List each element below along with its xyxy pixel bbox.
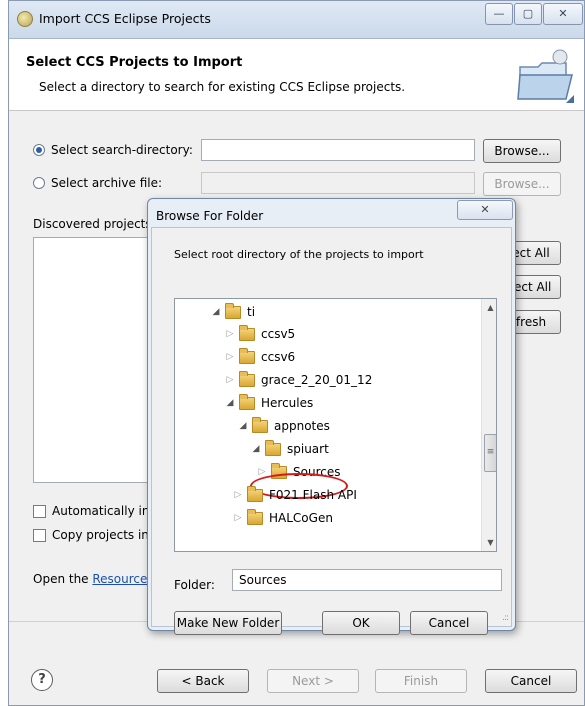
tree-item-spiuart[interactable]: ◢ spiuart <box>251 438 329 460</box>
tree-item-label: Hercules <box>261 396 314 410</box>
tree-item-ccsv6[interactable]: ▷ ccsv6 <box>225 346 295 368</box>
discovered-projects-list[interactable] <box>33 237 163 483</box>
folder-input[interactable] <box>232 569 502 591</box>
folder-icon <box>239 324 255 341</box>
minimize-button[interactable]: — <box>485 3 513 25</box>
folder-icon <box>247 508 263 525</box>
tree-item-label: ccsv5 <box>261 327 296 341</box>
dialog-close-button[interactable]: ✕ <box>457 200 513 220</box>
folder-icon <box>225 302 241 319</box>
close-button[interactable]: ✕ <box>543 3 583 25</box>
browse-for-folder-dialog: Browse For Folder ✕ Select root director… <box>147 198 516 635</box>
tree-item-label: ti <box>247 305 256 319</box>
collapsed-arrow-icon[interactable]: ▷ <box>225 375 235 385</box>
search-directory-label: Select search-directory: <box>51 143 193 157</box>
resource-line: Open the Resource <box>33 572 147 586</box>
resource-link[interactable]: Resource <box>92 572 147 586</box>
scroll-down-icon[interactable]: ▼ <box>482 534 496 551</box>
archive-file-label: Select archive file: <box>51 176 163 190</box>
archive-file-option[interactable]: Select archive file: <box>33 176 162 190</box>
search-directory-radio[interactable] <box>33 144 45 156</box>
folder-icon <box>239 347 255 364</box>
dialog-title: Browse For Folder <box>156 209 264 223</box>
search-directory-input[interactable] <box>201 139 475 161</box>
tree-item-hercules[interactable]: ◢ Hercules <box>225 392 313 414</box>
expanded-arrow-icon[interactable]: ◢ <box>238 421 248 431</box>
tree-item-appnotes[interactable]: ◢ appnotes <box>238 415 330 437</box>
scroll-up-icon[interactable]: ▲ <box>482 299 496 316</box>
page-title: Select CCS Projects to Import <box>26 55 243 70</box>
tree-item-halcogen[interactable]: ▷ HALCoGen <box>233 507 333 529</box>
next-button[interactable]: Next > <box>267 669 359 693</box>
ccs-app-icon <box>17 11 33 27</box>
browse-button[interactable]: Browse... <box>483 139 561 163</box>
help-icon[interactable]: ? <box>31 669 53 691</box>
search-directory-option[interactable]: Select search-directory: <box>33 143 193 157</box>
tree-item-label: HALCoGen <box>269 511 333 525</box>
auto-import-checkbox[interactable] <box>33 504 46 518</box>
tree-item-label: spiuart <box>287 442 329 456</box>
expanded-arrow-icon[interactable]: ◢ <box>211 307 221 317</box>
expanded-arrow-icon[interactable]: ◢ <box>251 444 261 454</box>
tree-item-ccsv5[interactable]: ▷ ccsv5 <box>225 323 295 345</box>
collapsed-arrow-icon[interactable]: ▷ <box>233 490 243 500</box>
ok-button[interactable]: OK <box>322 611 400 635</box>
back-button[interactable]: < Back <box>157 669 249 693</box>
dialog-body: Select root directory of the projects to… <box>151 227 512 635</box>
folder-icon <box>247 485 263 502</box>
folder-icon <box>239 370 255 387</box>
open-folder-banner-icon <box>517 49 574 103</box>
copy-projects-checkbox[interactable] <box>33 528 46 542</box>
collapsed-arrow-icon[interactable]: ▷ <box>225 352 235 362</box>
collapsed-arrow-icon[interactable]: ▷ <box>225 329 235 339</box>
tree-item-f021[interactable]: ▷ F021 Flash API <box>233 484 357 506</box>
archive-file-radio[interactable] <box>33 177 45 189</box>
window-title: Import CCS Eclipse Projects <box>39 11 211 26</box>
resize-grip-icon[interactable]: .:: <box>502 613 509 623</box>
title-bar[interactable]: Import CCS Eclipse Projects — ▢ ✕ <box>9 1 584 39</box>
auto-import-option[interactable]: Automatically in <box>33 504 149 518</box>
tree-item-label: grace_2_20_01_12 <box>261 373 373 387</box>
dialog-cancel-button[interactable]: Cancel <box>410 611 488 635</box>
wizard-header: Select CCS Projects to Import Select a d… <box>9 39 584 111</box>
folder-label: Folder: <box>174 578 215 592</box>
page-subtitle: Select a directory to search for existin… <box>39 80 406 94</box>
archive-file-input[interactable] <box>201 172 475 194</box>
copy-projects-label: Copy projects in <box>52 528 149 542</box>
tree-scrollbar[interactable]: ▲ ≡ ▼ <box>481 299 496 551</box>
folder-tree[interactable]: ◢ ti ▷ ccsv5 ▷ ccsv6 ▷ grace_2_20_01_12 … <box>174 298 497 552</box>
tree-item-label: F021 Flash API <box>269 488 357 502</box>
tree-item-label: appnotes <box>274 419 330 433</box>
maximize-button[interactable]: ▢ <box>514 3 542 25</box>
auto-import-label: Automatically in <box>52 504 150 518</box>
tree-item-grace[interactable]: ▷ grace_2_20_01_12 <box>225 369 372 391</box>
dialog-instruction: Select root directory of the projects to… <box>174 248 424 261</box>
folder-icon <box>252 416 268 433</box>
expanded-arrow-icon[interactable]: ◢ <box>225 398 235 408</box>
browse-archive-button[interactable]: Browse... <box>483 172 561 196</box>
tree-item-ti[interactable]: ◢ ti <box>211 301 255 323</box>
discovered-projects-label: Discovered projects <box>33 217 152 231</box>
make-new-folder-button[interactable]: Make New Folder <box>174 611 282 635</box>
finish-button[interactable]: Finish <box>375 669 467 693</box>
collapsed-arrow-icon[interactable]: ▷ <box>233 513 243 523</box>
copy-projects-option[interactable]: Copy projects in <box>33 528 149 542</box>
resource-line-prefix: Open the <box>33 572 93 586</box>
folder-icon <box>265 439 281 456</box>
folder-icon <box>239 393 255 410</box>
tree-item-label: ccsv6 <box>261 350 296 364</box>
scroll-thumb[interactable]: ≡ <box>484 434 496 472</box>
cancel-button[interactable]: Cancel <box>485 669 577 693</box>
